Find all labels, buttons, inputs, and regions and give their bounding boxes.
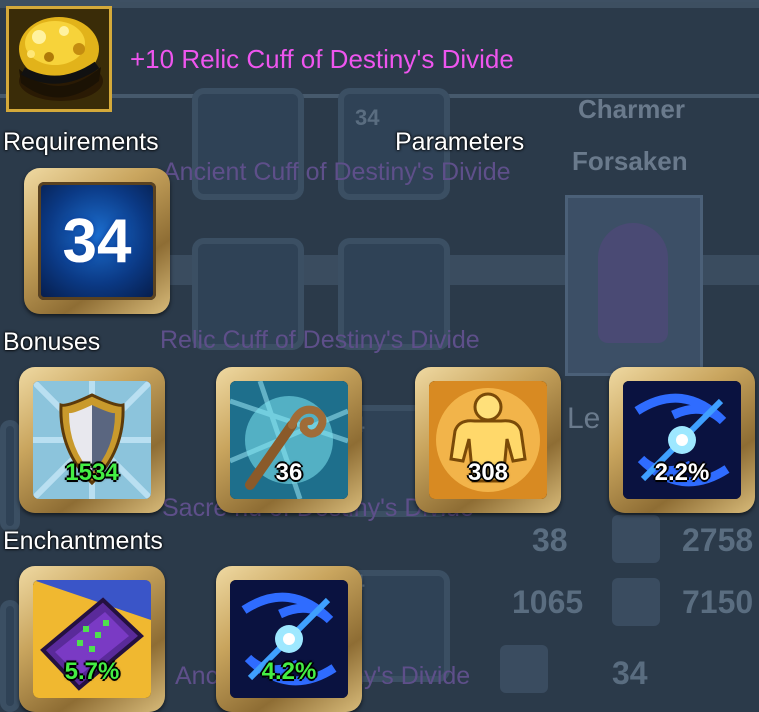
bonus-slot-critical[interactable]: 2.2% [609,367,755,513]
critical-vortex-icon: 4.2% [230,580,348,698]
bonus-slot-magic[interactable]: 36 [216,367,362,513]
relic-cuff-icon [6,6,112,112]
bg-faction: Forsaken [572,146,688,176]
bonus-value: 308 [467,459,509,486]
bg-character-portrait [565,195,703,376]
bg-stat-icon [612,515,660,563]
enchantments-label: Enchantments [3,527,163,555]
bg-stat-value: 38 [532,522,568,558]
level-requirement-slot[interactable]: 34 [24,168,170,314]
bonuses-label: Bonuses [3,328,101,356]
magic-swirl-staff-icon: 36 [230,381,348,499]
bonus-slot-defense[interactable]: 1534 [19,367,165,513]
bg-stat-value: 2758 [682,522,754,558]
item-title: +10 Relic Cuff of Destiny's Divide [130,44,514,74]
level-requirement-value: 34 [62,207,132,276]
bonus-slot-strength[interactable]: 308 [415,367,561,513]
bg-class-name: Charmer [578,94,685,124]
strength-body-icon: 308 [429,381,547,499]
bg-stat-icon [612,578,660,626]
enchantment-value: 4.2% [261,658,317,685]
bg-stat-value: 34 [612,655,648,691]
bg-level-label: Le [567,402,601,435]
level-requirement-icon: 34 [38,182,156,300]
purple-tome-icon: 5.7% [33,580,151,698]
bg-stat-value: 1065 [512,584,584,620]
critical-vortex-icon: 2.2% [623,381,741,499]
bg-stat-icon [500,645,548,693]
bg-stat-value: 7150 [682,584,754,620]
enchantment-value: 5.7% [64,658,120,685]
bg-item-name: Relic Cuff of Destiny's Divide [160,326,480,354]
header-divider [120,0,759,2]
bonus-value: 2.2% [654,459,710,486]
requirements-label: Requirements [3,128,159,156]
bonus-value: 36 [275,459,303,486]
enchantment-slot-2[interactable]: 4.2% [216,566,362,712]
bg-item-name: Ancient Cuff of Destiny's Divide [163,158,511,186]
bg-slot [0,600,20,712]
defense-shield-icon: 1534 [33,381,151,499]
bonus-value: 1534 [65,459,119,486]
parameters-label: Parameters [395,128,525,156]
bg-slot-number: 34 [355,105,380,130]
enchantment-slot-1[interactable]: 5.7% [19,566,165,712]
bg-slot [0,420,20,532]
